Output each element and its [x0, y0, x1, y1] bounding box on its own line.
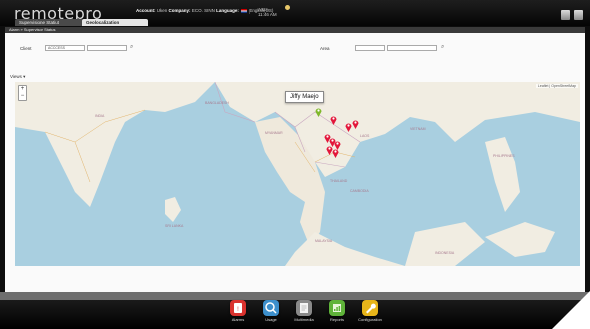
dock-configuration-label: Configuration: [358, 317, 382, 322]
account-label: Account:: [136, 8, 156, 13]
map-label-laos: LAOS: [360, 134, 370, 138]
alarm-icon: !: [230, 300, 246, 316]
client-label: Client: [20, 46, 32, 51]
location-clock: ASIA 11:46 AM: [258, 7, 277, 17]
bottom-dock: ! Alarms Usage Multimedia Reports Config…: [0, 300, 590, 329]
account-info: Account: Uken Company: ECO. SINN Languag…: [136, 8, 273, 13]
pin-red-icon[interactable]: [330, 112, 337, 125]
tab-supervision[interactable]: Supervisione Statiut: [15, 19, 83, 26]
client-field-2[interactable]: [87, 45, 127, 51]
account-value: Uken: [156, 8, 168, 13]
chart-icon: [329, 300, 345, 316]
footer-bar: [0, 292, 590, 300]
pin-red-icon[interactable]: [332, 145, 339, 158]
map[interactable]: INDIA BANGLADESH MYANMAR THAILAND LAOS V…: [15, 82, 580, 266]
map-label-malaysia: MALAYSIA: [315, 239, 333, 243]
area-label: Area: [320, 46, 330, 51]
map-label-thailand: THAILAND: [330, 179, 348, 183]
map-label-india: INDIA: [95, 114, 105, 118]
document-icon: [296, 300, 312, 316]
dock-reports[interactable]: Reports: [322, 300, 352, 322]
map-label-philippines: PHILIPPINES: [493, 154, 515, 158]
map-attribution[interactable]: Leaflet | OpenStreetMap: [535, 84, 578, 88]
area-field[interactable]: [355, 45, 385, 51]
wrench-icon: [362, 300, 378, 316]
client-search-icon[interactable]: ⌕: [130, 44, 133, 51]
map-label-indonesia: INDONESIA: [435, 251, 455, 255]
map-label-vietnam: VIETNAM: [410, 127, 426, 131]
area-field-2[interactable]: [387, 45, 437, 51]
zoom-out-button[interactable]: −: [19, 93, 26, 100]
dock-usage-label: Usage: [265, 317, 277, 322]
tab-geolocalization[interactable]: Geolocalization: [82, 19, 148, 26]
location-time: 11:46 AM: [258, 12, 277, 17]
dock-configuration[interactable]: Configuration: [355, 300, 385, 322]
company-label: Company:: [168, 8, 191, 13]
map-base: INDIA BANGLADESH MYANMAR THAILAND LAOS V…: [15, 82, 580, 266]
dock-alarms-label: Alarms: [231, 317, 245, 322]
area-search-icon[interactable]: ⌕: [441, 44, 444, 51]
map-label-myanmar: MYANMAR: [265, 131, 283, 135]
user-icon[interactable]: [285, 5, 290, 10]
pin-green-icon[interactable]: [315, 104, 322, 117]
dock-multimedia-label: Multimedia: [294, 317, 314, 322]
magnifier-icon: [263, 300, 279, 316]
separator: |: [249, 9, 251, 15]
dock-alarms[interactable]: ! Alarms: [223, 300, 253, 322]
marker-tooltip: Jiffy Maejo: [285, 91, 324, 103]
zoom-control: + −: [18, 85, 27, 101]
zoom-in-button[interactable]: +: [19, 86, 26, 93]
company-value: ECO. SINN: [191, 8, 215, 13]
flag-icon: [241, 8, 248, 13]
tab-bar: Supervisione Statiut Geolocalization: [0, 19, 590, 27]
dock-multimedia[interactable]: Multimedia: [289, 300, 319, 322]
client-field[interactable]: ACCCESS: [45, 45, 85, 51]
map-label-cambodia: CAMBODIA: [350, 189, 369, 193]
map-label-bangladesh: BANGLADESH: [205, 101, 229, 105]
map-label-srilanka: SRI LANKA: [165, 224, 184, 228]
dock-reports-label: Reports: [329, 317, 344, 322]
breadcrumb: Alarm » Supervisor Status: [5, 27, 585, 33]
main-panel: Alarm » Supervisor Status Client ACCCESS…: [5, 27, 585, 292]
dock-usage[interactable]: Usage: [256, 300, 286, 322]
page-curl: [552, 291, 590, 329]
filter-row: Client ACCCESS ⌕ Area ⌕: [5, 36, 585, 54]
pin-red-icon[interactable]: [345, 119, 352, 132]
views-dropdown[interactable]: Views ▾: [10, 74, 25, 80]
pin-red-icon[interactable]: [352, 116, 359, 129]
language-label: Language:: [216, 8, 239, 13]
